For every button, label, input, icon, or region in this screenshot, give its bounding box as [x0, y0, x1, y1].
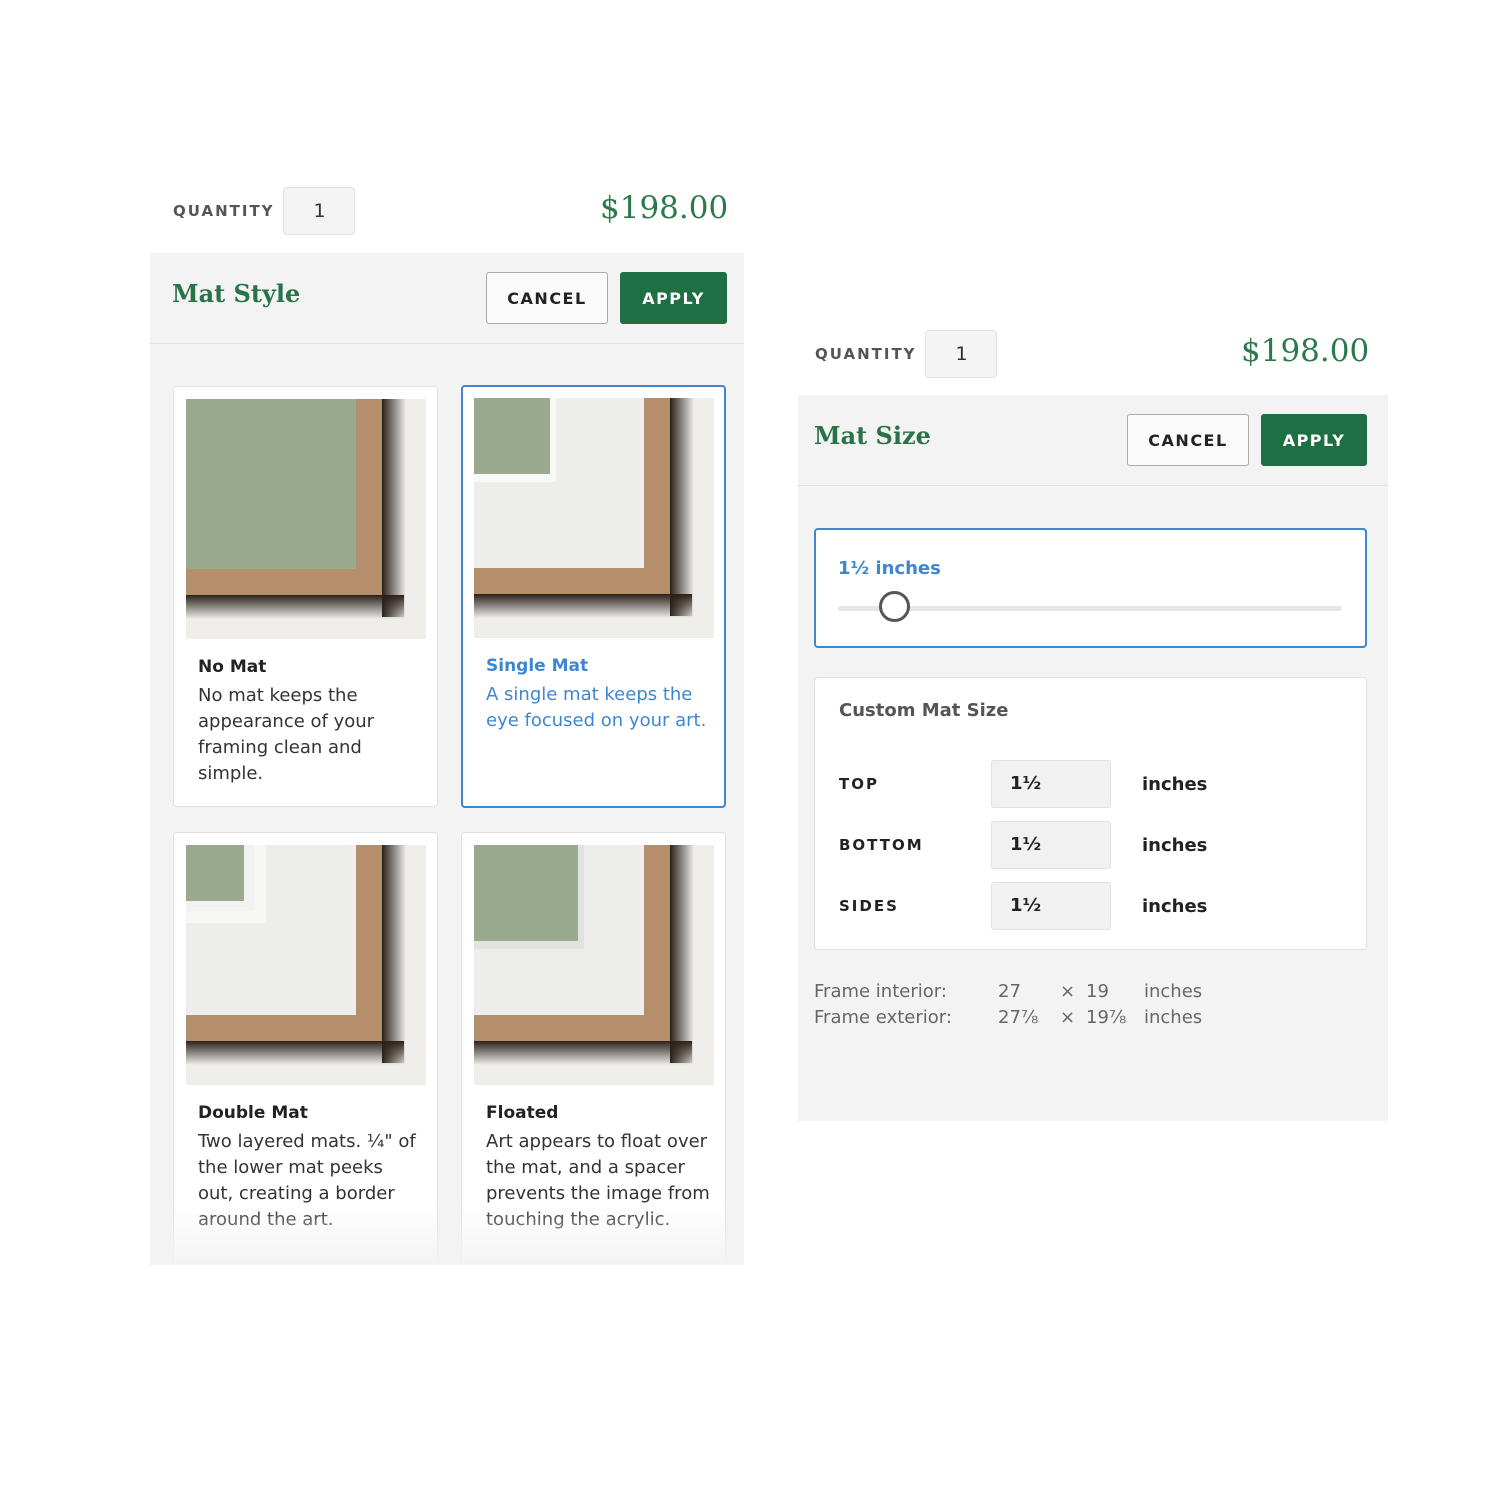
mat-size-slider-handle[interactable]: [879, 591, 910, 622]
frame-exterior-label: Frame exterior:: [814, 1007, 952, 1028]
price: $198.00: [600, 190, 729, 226]
apply-button[interactable]: APPLY: [620, 272, 727, 324]
cancel-button[interactable]: CANCEL: [486, 272, 608, 324]
card-description: Art appears to float over the mat, and a…: [486, 1131, 710, 1230]
sides-unit: inches: [1142, 896, 1208, 917]
top-input[interactable]: 1½: [991, 760, 1111, 808]
card-description: No mat keeps the appearance of your fram…: [198, 685, 375, 784]
apply-button[interactable]: APPLY: [1261, 414, 1367, 466]
mat-option-floated[interactable]: Floated Art appears to float over the ma…: [461, 832, 726, 1265]
panel-header: Mat Style CANCEL APPLY: [150, 253, 744, 344]
card-title: Double Mat: [198, 1103, 308, 1123]
top-label: TOP: [839, 775, 879, 793]
card-description: Two layered mats. ¼" of the lower mat pe…: [198, 1131, 416, 1230]
panel-header: Mat Size CANCEL APPLY: [798, 395, 1388, 486]
frame-exterior-width: 27⅞: [998, 1007, 1039, 1028]
frame-interior-unit: inches: [1144, 981, 1203, 1002]
frame-exterior-unit: inches: [1144, 1007, 1203, 1028]
quantity-input[interactable]: 1: [924, 330, 997, 378]
quantity-row: QUANTITY 1: [173, 186, 355, 236]
quantity-label: QUANTITY: [815, 345, 917, 363]
sides-input[interactable]: 1½: [991, 882, 1111, 930]
frame-interior-width: 27: [998, 981, 1021, 1002]
mat-style-panel: Mat Style CANCEL APPLY No Mat No mat kee…: [150, 253, 744, 1265]
mat-size-slider-box: 1½ inches: [814, 528, 1367, 648]
quantity-row: QUANTITY 1: [815, 329, 997, 379]
bottom-unit: inches: [1142, 835, 1208, 856]
custom-mat-size-box: Custom Mat Size TOP 1½ inches BOTTOM 1½ …: [814, 677, 1367, 950]
card-title: Floated: [486, 1103, 559, 1123]
frame-exterior-height: 19⅞: [1086, 1007, 1127, 1028]
top-unit: inches: [1142, 774, 1208, 795]
single-mat-preview-image: [474, 398, 714, 638]
frame-dimensions: Frame interior: 27 × 19 inches Frame ext…: [814, 981, 1374, 1041]
quantity-input[interactable]: 1: [282, 187, 355, 235]
sides-label: SIDES: [839, 897, 899, 915]
frame-interior-times: ×: [1060, 981, 1076, 1002]
no-mat-preview-image: [186, 399, 426, 639]
frame-exterior-times: ×: [1060, 1007, 1076, 1028]
frame-interior-label: Frame interior:: [814, 981, 947, 1002]
cancel-button[interactable]: CANCEL: [1127, 414, 1249, 466]
mat-size-slider-track[interactable]: [838, 606, 1342, 611]
panel-title: Mat Size: [814, 421, 931, 450]
frame-interior-height: 19: [1086, 981, 1109, 1002]
bottom-input[interactable]: 1½: [991, 821, 1111, 869]
mat-option-single-mat[interactable]: Single Mat A single mat keeps the eye fo…: [461, 385, 726, 808]
price: $198.00: [1241, 333, 1370, 369]
mat-size-panel: Mat Size CANCEL APPLY 1½ inches Custom M…: [798, 395, 1388, 1121]
mat-option-no-mat[interactable]: No Mat No mat keeps the appearance of yo…: [173, 386, 438, 807]
panel-title: Mat Style: [172, 279, 301, 308]
mat-option-double-mat[interactable]: Double Mat Two layered mats. ¼" of the l…: [173, 832, 438, 1265]
custom-mat-size-title: Custom Mat Size: [839, 700, 1009, 721]
card-title: No Mat: [198, 657, 267, 677]
floated-preview-image: [474, 845, 714, 1085]
card-description: A single mat keeps the eye focused on yo…: [486, 684, 707, 731]
bottom-label: BOTTOM: [839, 836, 924, 854]
double-mat-preview-image: [186, 845, 426, 1085]
mat-size-value-label: 1½ inches: [838, 558, 941, 579]
card-title: Single Mat: [486, 656, 589, 676]
quantity-label: QUANTITY: [173, 202, 275, 220]
